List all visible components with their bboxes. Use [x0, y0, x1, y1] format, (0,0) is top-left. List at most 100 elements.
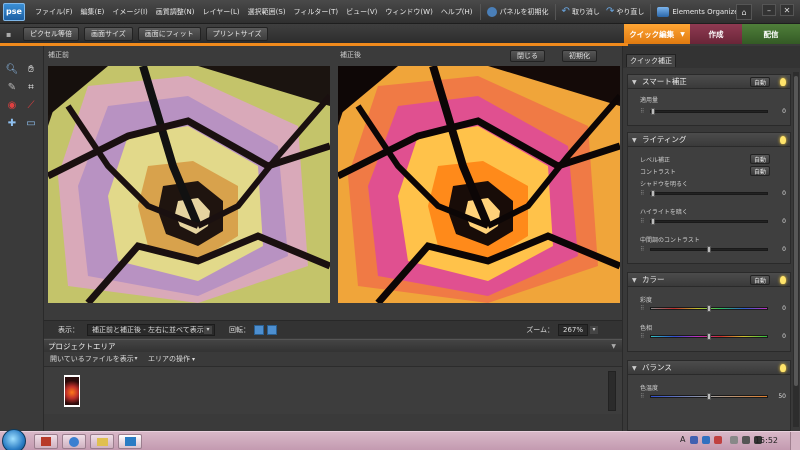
toolbox: 🔍︎ ✋︎ ✎ ⌗ ◉ ⟋ ✚ ▭: [0, 46, 44, 431]
temperature-slider[interactable]: [650, 393, 768, 400]
lightbulb-icon[interactable]: [780, 276, 786, 284]
language-indicator[interactable]: A: [680, 435, 685, 444]
smart-fix-amount-slider[interactable]: [650, 108, 768, 115]
quick-selection-tool-icon[interactable]: ✎: [5, 80, 19, 94]
menu-edit[interactable]: 編集(E): [77, 7, 109, 17]
midtone-contrast-slider[interactable]: [650, 246, 768, 253]
close-view-button[interactable]: 閉じる: [510, 50, 545, 62]
zoom-dropdown-icon[interactable]: ▾: [590, 325, 598, 334]
levels-auto-button[interactable]: 自動: [750, 154, 770, 164]
menu-divider: [650, 3, 652, 20]
reset-panels-button[interactable]: パネルを初期化: [484, 6, 552, 17]
clock[interactable]: 15:52: [755, 436, 778, 445]
slider-thumb[interactable]: [651, 190, 655, 197]
menu-file[interactable]: ファイル(F): [31, 7, 77, 17]
hand-tool-icon[interactable]: ✋︎: [24, 62, 38, 76]
tab-create[interactable]: 作成: [690, 24, 742, 44]
make-dull-sky-blue-tool-icon[interactable]: ▭: [24, 116, 38, 130]
file-thumbnail[interactable]: [64, 375, 80, 407]
slider-thumb[interactable]: [651, 218, 655, 225]
slider-thumb[interactable]: [707, 393, 711, 400]
red-eye-tool-icon[interactable]: ◉: [5, 98, 19, 112]
slider-thumb[interactable]: [707, 246, 711, 253]
show-files-dropdown[interactable]: 開いているファイルを表示 ▾: [46, 353, 142, 365]
slider-thumb[interactable]: [707, 333, 711, 340]
network-icon[interactable]: [742, 436, 750, 444]
menu-view[interactable]: ビュー(V): [342, 7, 381, 17]
healing-brush-tool-icon[interactable]: ✚: [5, 116, 19, 130]
lightbulb-icon[interactable]: [780, 136, 786, 144]
actual-pixels-button[interactable]: ピクセル等倍: [23, 27, 79, 41]
project-area-header[interactable]: プロジェクトエリア ▼: [44, 339, 622, 352]
color-header[interactable]: ▼ カラー 自動: [628, 273, 790, 287]
redo-button[interactable]: ↷ やり直し: [603, 6, 647, 17]
rotate-left-icon[interactable]: [254, 324, 264, 335]
menu-window[interactable]: ウィンドウ(W): [381, 7, 436, 17]
menu-image[interactable]: イメージ(I): [108, 7, 151, 17]
home-icon[interactable]: ⌂: [736, 4, 752, 20]
hue-slider[interactable]: [650, 333, 768, 340]
menu-filter[interactable]: フィルター(T): [290, 7, 343, 17]
tab-quick-fix[interactable]: クイック編集 ▼: [624, 24, 690, 44]
minimize-button[interactable]: –: [762, 4, 776, 16]
close-window-button[interactable]: ✕: [780, 4, 794, 16]
undo-icon: ↶: [561, 6, 570, 17]
scrollbar-thumb[interactable]: [794, 76, 798, 386]
pse-icon: [124, 437, 136, 446]
tab-share[interactable]: 配信: [742, 24, 800, 44]
slider-thumb[interactable]: [707, 305, 711, 312]
fit-screen-button[interactable]: 画面サイズ: [84, 27, 133, 41]
lightbulb-icon[interactable]: [780, 78, 786, 86]
tray-icon[interactable]: [702, 436, 710, 444]
view-mode-dropdown[interactable]: 補正前と補正後 - 左右に並べて表示 ▾: [87, 323, 215, 336]
tray-icon[interactable]: [714, 436, 722, 444]
taskbar-app-2[interactable]: [62, 434, 86, 449]
before-photo[interactable]: [48, 66, 330, 303]
expand-triangle-icon: ▼: [632, 137, 637, 144]
project-scrollbar[interactable]: [608, 371, 616, 411]
slider-thumb[interactable]: [651, 108, 655, 115]
smart-fix-amount-value: 0: [782, 108, 786, 115]
after-photo[interactable]: [338, 66, 620, 303]
reset-view-button[interactable]: 初期化: [562, 50, 597, 62]
contrast-auto-button[interactable]: 自動: [750, 166, 770, 176]
smart-fix-auto-button[interactable]: 自動: [750, 77, 770, 87]
app-logo: pse: [3, 2, 25, 21]
area-actions-menu[interactable]: エリアの操作: [148, 354, 190, 364]
smart-fix-header[interactable]: ▼ スマート補正 自動: [628, 75, 790, 89]
collapse-icon[interactable]: ▼: [611, 343, 616, 350]
print-size-button[interactable]: プリントサイズ: [205, 27, 269, 41]
organizer-button[interactable]: Elements Organizer: [654, 6, 744, 17]
start-button[interactable]: [2, 429, 26, 450]
zoom-tool-icon[interactable]: 🔍︎: [5, 62, 19, 76]
show-desktop-button[interactable]: [790, 432, 800, 450]
menu-enhance[interactable]: 画質調整(N): [152, 7, 199, 17]
panel-scrollbar[interactable]: [793, 72, 799, 427]
fill-screen-button[interactable]: 画面にフィット: [137, 27, 201, 41]
menu-layer[interactable]: レイヤー(L): [198, 7, 243, 17]
taskbar-app-4[interactable]: [118, 434, 142, 449]
undo-button[interactable]: ↶ 取り消し: [559, 6, 603, 17]
tray-icon[interactable]: [690, 436, 698, 444]
taskbar-app-1[interactable]: [34, 434, 58, 449]
color-auto-button[interactable]: 自動: [750, 275, 770, 285]
rotate-right-icon[interactable]: [267, 324, 277, 335]
tab-quick-fix-panel[interactable]: クイック補正: [626, 54, 676, 67]
lighting-header[interactable]: ▼ ライティング: [628, 133, 790, 147]
lightbulb-icon[interactable]: [780, 364, 786, 372]
view-bar: 表示： 補正前と補正後 - 左右に並べて表示 ▾ 回転： ズーム： 267% ▾: [44, 320, 622, 338]
tray-icon[interactable]: [730, 436, 738, 444]
crop-tool-icon[interactable]: ⌗: [24, 80, 38, 94]
menu-help[interactable]: ヘルプ(H): [437, 7, 477, 17]
zoom-field[interactable]: 267%: [558, 323, 588, 336]
saturation-slider[interactable]: [650, 305, 768, 312]
taskbar-app-3[interactable]: [90, 434, 114, 449]
balance-header[interactable]: ▼ バランス: [628, 361, 790, 375]
shadows-value: 0: [782, 190, 786, 197]
whiten-teeth-tool-icon[interactable]: ⟋: [24, 98, 38, 112]
menu-select[interactable]: 選択範囲(S): [244, 7, 290, 17]
shadows-slider[interactable]: [650, 190, 768, 197]
temperature-label: 色温度: [640, 385, 659, 392]
color-title: カラー: [642, 275, 665, 284]
highlights-slider[interactable]: [650, 218, 768, 225]
